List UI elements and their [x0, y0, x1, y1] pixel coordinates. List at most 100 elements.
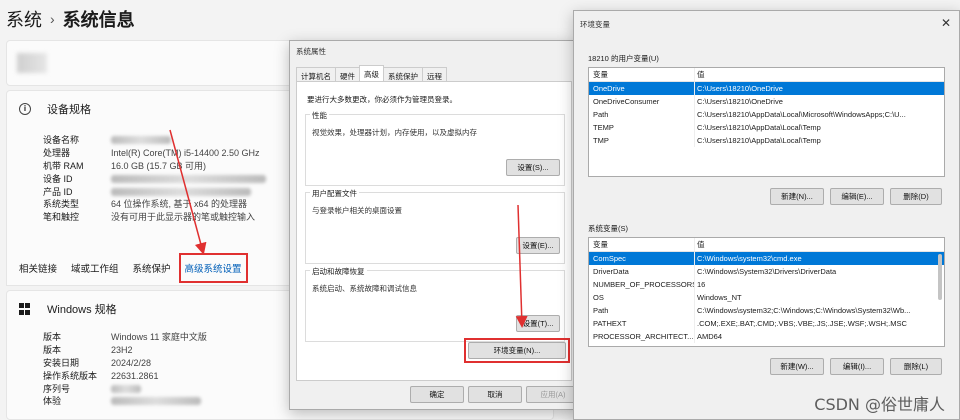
- variable-value: AMD64: [694, 330, 944, 343]
- spec-label: 序列号: [43, 383, 71, 394]
- scrollbar[interactable]: [938, 254, 942, 300]
- spec-row: 版本 Windows 11 家庭中文版: [43, 331, 207, 344]
- device-spec-header[interactable]: i 设备规格: [19, 101, 91, 117]
- performance-settings-button[interactable]: 设置(S)...: [506, 159, 560, 176]
- spec-value: 2024/2/28: [111, 357, 152, 368]
- spec-label: 系统类型: [43, 199, 80, 210]
- spec-label: 设备 ID: [43, 173, 73, 184]
- dialog-title: 环境变量: [580, 20, 610, 29]
- performance-title: 性能: [310, 110, 329, 121]
- system-properties-dialog: 系统属性 计算机名 硬件 高级 系统保护 远程 要进行大多数更改，你必须作为管理…: [289, 40, 580, 410]
- col-value[interactable]: 值: [694, 238, 944, 251]
- col-variable[interactable]: 变量: [589, 68, 694, 81]
- spec-value: Intel(R) Core(TM) i5-14400 2.50 GHz: [111, 147, 260, 158]
- spec-value: [111, 383, 141, 396]
- spec-row: 序列号: [43, 383, 207, 396]
- spec-row: 安装日期 2024/2/28: [43, 357, 207, 370]
- user-vars-label: 18210 的用户变量(U): [588, 54, 659, 63]
- spec-value: 16.0 GB (15.7 GB 可用): [111, 160, 207, 171]
- apply-button[interactable]: 应用(A): [526, 386, 580, 403]
- user-new-button[interactable]: 新建(N)...: [770, 188, 824, 205]
- variable-value: C:\Windows\system32\cmd.exe: [694, 252, 944, 265]
- redacted-value: [111, 187, 251, 196]
- table-row[interactable]: ComSpec C:\Windows\system32\cmd.exe: [589, 252, 944, 265]
- system-vars-table[interactable]: 变量 值 ComSpec C:\Windows\system32\cmd.exe D…: [588, 237, 945, 347]
- table-row[interactable]: TEMP C:\Users\18210\AppData\Local\Temp: [589, 121, 944, 134]
- startup-recovery-group: 启动和故障恢复 系统启动、系统故障和调试信息 设置(T)...: [305, 266, 565, 342]
- breadcrumb-root[interactable]: 系统: [6, 6, 42, 32]
- user-vars-rows: OneDrive C:\Users\18210\OneDrive OneDriveC…: [589, 82, 944, 147]
- table-row[interactable]: PATHEXT .COM;.EXE;.BAT;.CMD;.VBS;.VBE;.JS…: [589, 317, 944, 330]
- spec-value: 23H2: [111, 344, 133, 355]
- breadcrumb: 系统 › 系统信息: [6, 6, 135, 32]
- variable-name: PATHEXT: [593, 319, 627, 328]
- table-row[interactable]: OneDriveConsumer C:\Users\18210\OneDrive: [589, 95, 944, 108]
- table-row[interactable]: NUMBER_OF_PROCESSORS 16: [589, 278, 944, 291]
- spec-label: 安装日期: [43, 357, 80, 368]
- spec-value: 64 位操作系统, 基于 x64 的处理器: [111, 199, 248, 210]
- user-delete-button[interactable]: 删除(D): [890, 188, 942, 205]
- dialog-title: 系统属性: [296, 47, 326, 56]
- system-new-button[interactable]: 新建(W)...: [770, 358, 824, 375]
- variable-name: DriverData: [593, 267, 629, 276]
- spec-row: 笔和触控 没有可用于此显示器的笔或触控输入: [43, 211, 266, 224]
- page-title: 系统信息: [62, 10, 135, 30]
- user-profiles-desc: 与登录帐户相关的桌面设置: [312, 206, 402, 215]
- windows-spec-list: 版本 Windows 11 家庭中文版 版本 23H2 安装日期 2024/2/28 操作系…: [43, 331, 207, 408]
- tab-remote[interactable]: 远程: [422, 67, 447, 81]
- user-edit-button[interactable]: 编辑(E)...: [830, 188, 884, 205]
- tab-computer-name[interactable]: 计算机名: [296, 67, 336, 81]
- environment-variables-button[interactable]: 环境变量(N)...: [468, 342, 566, 359]
- device-spec-title: 设备规格: [47, 104, 91, 116]
- chevron-right-icon: ›: [50, 11, 55, 27]
- user-profiles-group: 用户配置文件 与登录帐户相关的桌面设置 设置(E)...: [305, 188, 565, 264]
- system-edit-button[interactable]: 编辑(I)...: [830, 358, 884, 375]
- redacted-value: [111, 174, 266, 183]
- redacted-value: [111, 397, 201, 406]
- col-variable[interactable]: 变量: [589, 238, 694, 251]
- variable-name: OneDrive: [593, 84, 625, 93]
- spec-value: [111, 186, 251, 199]
- advanced-system-settings-link[interactable]: 高级系统设置: [178, 252, 248, 283]
- spec-row: 机带 RAM 16.0 GB (15.7 GB 可用): [43, 160, 266, 173]
- variable-value: C:\Users\18210\OneDrive: [694, 82, 944, 95]
- user-profiles-settings-button[interactable]: 设置(E)...: [516, 237, 560, 254]
- tab-advanced[interactable]: 高级: [359, 65, 384, 81]
- user-vars-table[interactable]: 变量 值 OneDrive C:\Users\18210\OneDrive OneD…: [588, 67, 945, 177]
- spec-label: 产品 ID: [43, 186, 73, 197]
- variable-value: C:\Windows\system32;C:\Windows;C:\Window…: [694, 304, 944, 317]
- info-icon: i: [19, 103, 31, 115]
- tab-hardware[interactable]: 硬件: [335, 67, 360, 81]
- table-header: 变量 值: [589, 238, 944, 252]
- table-row[interactable]: TMP C:\Users\18210\AppData\Local\Temp: [589, 134, 944, 147]
- variable-name: Path: [593, 306, 609, 315]
- ok-button[interactable]: 确定: [410, 386, 464, 403]
- performance-group: 性能 视觉效果，处理器计划，内存使用，以及虚拟内存 设置(S)...: [305, 110, 565, 186]
- tab-system-protection[interactable]: 系统保护: [383, 67, 423, 81]
- col-value[interactable]: 值: [694, 68, 944, 81]
- variable-name: TMP: [593, 136, 609, 145]
- table-row[interactable]: Path C:\Users\18210\AppData\Local\Microso…: [589, 108, 944, 121]
- table-row[interactable]: OneDrive C:\Users\18210\OneDrive: [589, 82, 944, 95]
- spec-row: 设备 ID: [43, 173, 266, 186]
- windows-spec-header[interactable]: Windows 规格: [19, 301, 117, 317]
- startup-recovery-desc: 系统启动、系统故障和调试信息: [312, 284, 417, 293]
- startup-recovery-settings-button[interactable]: 设置(T)...: [516, 315, 560, 332]
- performance-desc: 视觉效果，处理器计划，内存使用，以及虚拟内存: [312, 128, 477, 137]
- system-protection-link[interactable]: 系统保护: [133, 261, 171, 275]
- variable-name: NUMBER_OF_PROCESSORS: [593, 280, 694, 289]
- close-icon[interactable]: ✕: [941, 16, 951, 30]
- spec-label: 体验: [43, 396, 62, 407]
- table-row[interactable]: DriverData C:\Windows\System32\Drivers\Dr…: [589, 265, 944, 278]
- windows-logo-icon: [19, 303, 31, 315]
- table-row[interactable]: OS Windows_NT: [589, 291, 944, 304]
- table-row[interactable]: PROCESSOR_ARCHITECT... AMD64: [589, 330, 944, 343]
- cancel-button[interactable]: 取消: [468, 386, 522, 403]
- table-row[interactable]: Path C:\Windows\system32;C:\Windows;C:\Wi…: [589, 304, 944, 317]
- redacted-value: [111, 136, 171, 144]
- domain-workgroup-link[interactable]: 域或工作组: [71, 261, 119, 275]
- spec-value: Windows 11 家庭中文版: [111, 332, 207, 342]
- system-delete-button[interactable]: 删除(L): [890, 358, 942, 375]
- spec-label: 机带 RAM: [43, 160, 84, 171]
- redacted-value: [111, 384, 141, 393]
